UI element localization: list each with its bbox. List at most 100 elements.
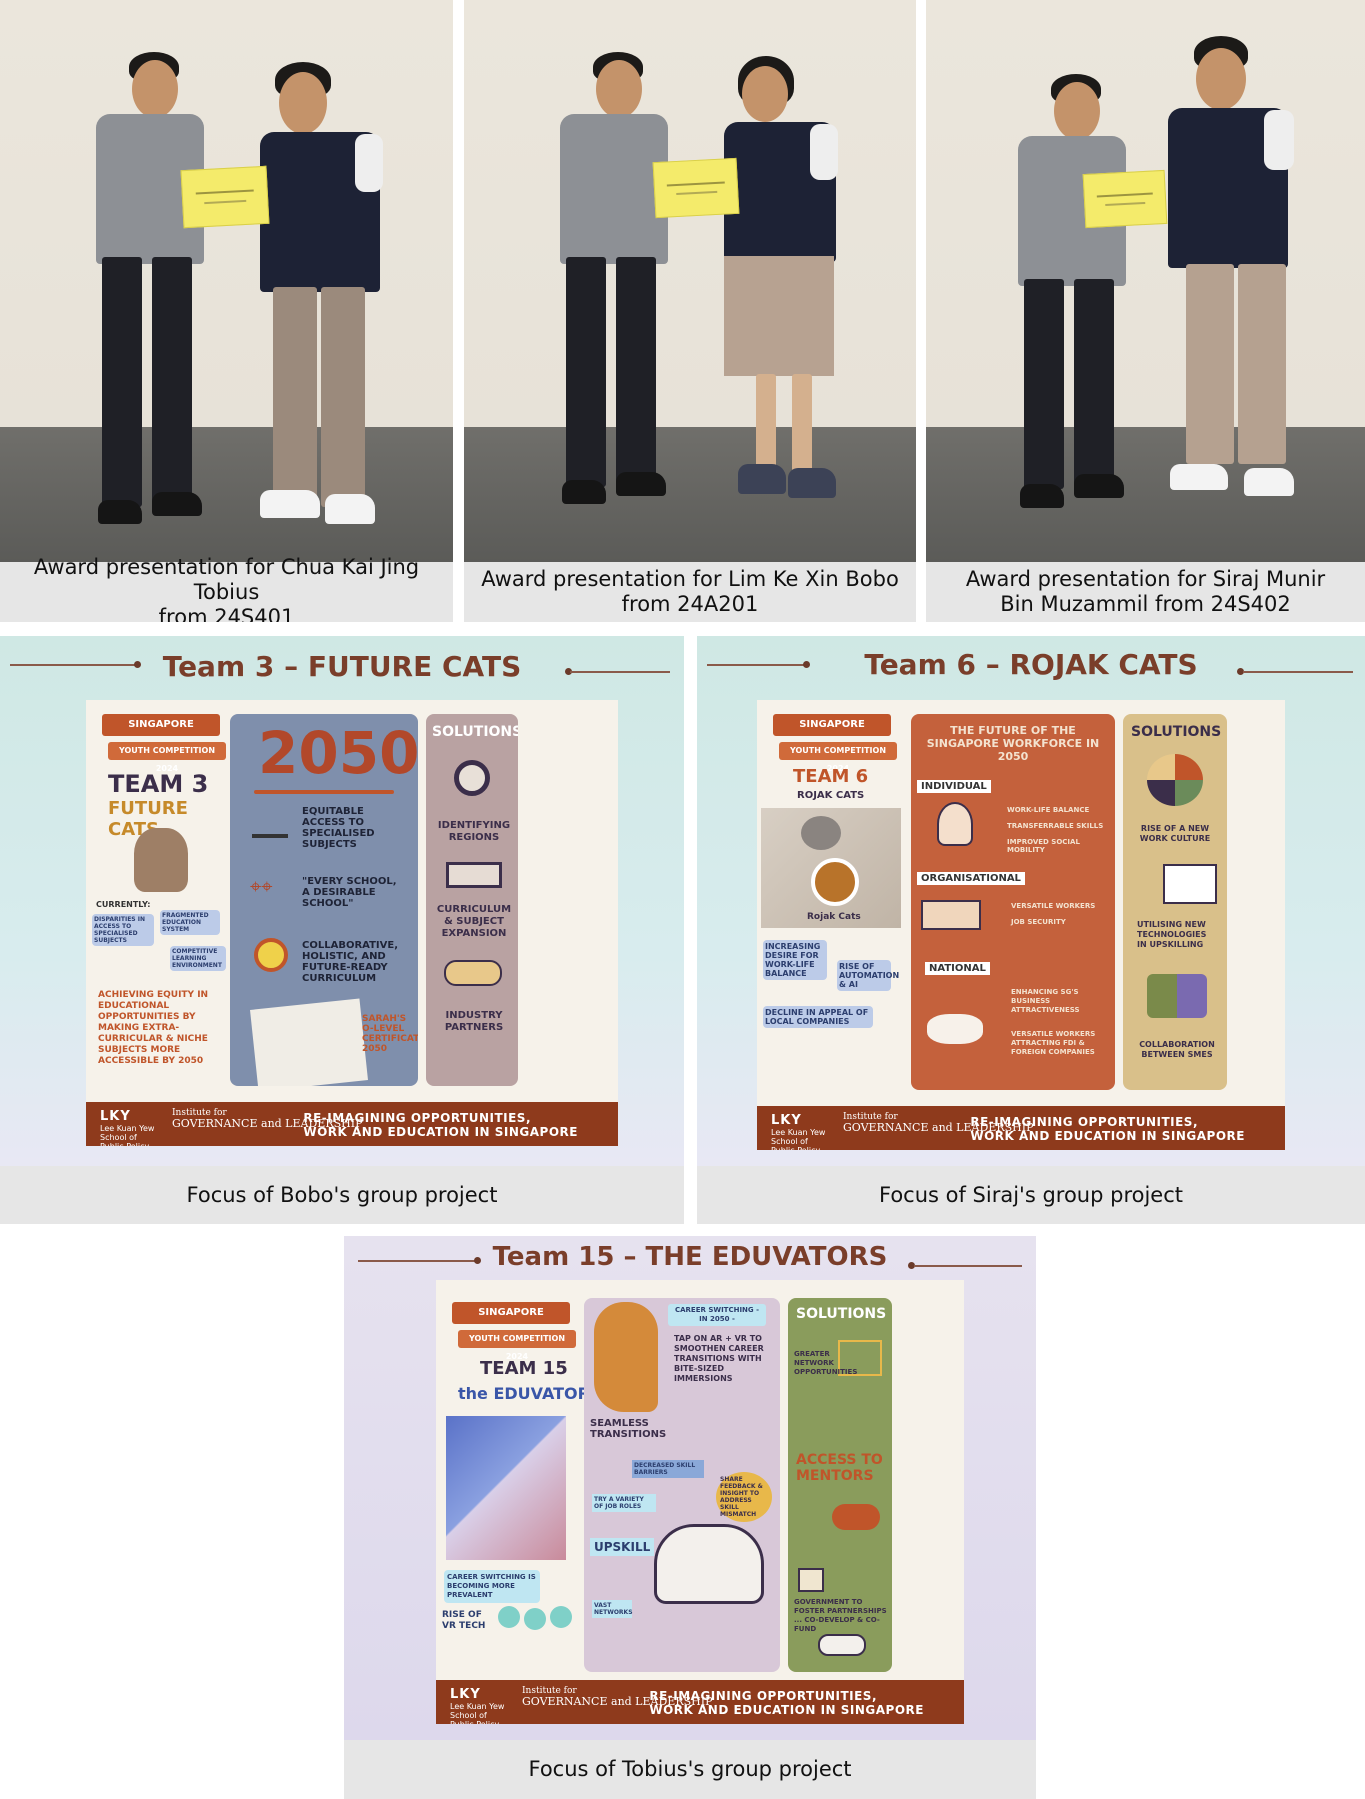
banner-title: SINGAPORE FUTURES [773, 714, 891, 752]
vr-tech-bubbles [498, 1606, 580, 1646]
photo-caption: Award presentation for Chua Kai Jing Tob… [0, 555, 453, 623]
lky-logo: LKYLee Kuan Yew School of Public Policy [771, 1113, 827, 1150]
photo-image [926, 0, 1365, 562]
caption-line-1: Award presentation for Lim Ke Xin Bobo [481, 567, 899, 591]
middle-tag: CAREER SWITCHING - IN 2050 - [668, 1304, 766, 1326]
person-icon [937, 802, 973, 846]
left-note-1: CAREER SWITCHING IS BECOMING MORE PREVAL… [444, 1570, 540, 1603]
caption-line-2: Bin Muzammil from 24S402 [1000, 592, 1291, 616]
solutions-column: SOLUTIONS GREATER NETWORK OPPORTUNITIES … [788, 1298, 892, 1672]
award-photo-1: Award presentation for Chua Kai Jing Tob… [0, 0, 453, 622]
solutions-column: SOLUTIONS RISE of a NEW WORK CULTURE UTI… [1123, 714, 1227, 1090]
middle-item-1: EQUITABLE ACCESS TO SPECIALISED SUBJECTS [302, 806, 375, 850]
lky-name: Lee Kuan Yew School of Public Policy [450, 1702, 505, 1724]
lky-logo: LKYLee Kuan Yew School of Public Policy [100, 1109, 156, 1146]
location-pins-icon: ⌖⌖ [250, 874, 273, 898]
slide-caption: Focus of Bobo's group project [0, 1166, 684, 1224]
handshake-icon [444, 960, 502, 986]
award-photo-2: Award presentation for Lim Ke Xin Bobo f… [464, 0, 916, 622]
footer-slogan: RE-IMAGINING OPPORTUNITIES, WORK AND EDUC… [303, 1111, 578, 1139]
lky-name: Lee Kuan Yew School of Public Policy [771, 1128, 826, 1150]
lky-mark: LKY [771, 1113, 802, 1128]
infographic-board: SINGAPORE FUTURES YOUTH COMPETITION 2024… [436, 1280, 964, 1724]
banner-subtitle: YOUTH COMPETITION 2024 [108, 742, 226, 773]
solution-1: IDENTIFYING REGIONS [437, 820, 511, 843]
section-label-national: NATIONAL [925, 962, 990, 975]
certificate-sheet [250, 998, 368, 1086]
team-name: the EDUVATORS [458, 1384, 602, 1403]
solution-3: INDUSTRY PARTNERS [444, 1010, 504, 1033]
individual-item-3: IMPROVED SOCIAL MOBILITY [1007, 838, 1080, 854]
lky-mark: LKY [100, 1109, 131, 1124]
team-number: TEAM 6 [793, 766, 869, 787]
slide-screen: Team 3 – FUTURE CATS SINGAPORE FUTURES Y… [0, 636, 684, 1166]
left-note-1: DISPARITIES IN ACCESS TO SPECIALISED SUB… [92, 914, 154, 946]
slogan-line-1: RE-IMAGINING OPPORTUNITIES, [649, 1689, 878, 1703]
certificate-label: SARAH'S O-LEVEL CERTIFICATE 2050 [362, 1014, 418, 1054]
lky-logo: LKYLee Kuan Yew School of Public Policy [450, 1687, 506, 1724]
slide-title: Team 3 – FUTURE CATS [162, 650, 522, 683]
photo-caption: Award presentation for Lim Ke Xin Bobo f… [464, 562, 916, 622]
banner-subtitle: YOUTH COMPETITION 2024 [779, 742, 897, 773]
map-icon [446, 862, 502, 888]
left-note-3: DECLINE IN APPEAL of LOCAL COMPANIES [763, 1006, 873, 1028]
solution-2: ACCESS to MENTORS [796, 1452, 883, 1484]
certificate [1082, 169, 1168, 229]
solution-2: UTILISING NEW TECHNOLOGIES in UPSKILLING [1137, 920, 1207, 949]
seamless-label: SEAMLESS TRANSITIONS [590, 1418, 667, 1440]
infographic-board: SINGAPORE FUTURES YOUTH COMPETITION 2024… [86, 700, 618, 1146]
middle-item-3: COLLABORATIVE, HOLISTIC, AND FUTURE-READ… [302, 940, 399, 984]
photo-image [0, 0, 453, 562]
middle-column: THE FUTURE OF THE SINGAPORE WORKFORCE IN… [911, 714, 1115, 1090]
handshake-icon [818, 1634, 866, 1656]
middle-column: 2050 EQUITABLE ACCESS TO SPECIALISED SUB… [230, 714, 418, 1086]
teacher-figure [84, 52, 214, 542]
teacher-figure [1006, 74, 1136, 524]
team-number: TEAM 15 [480, 1358, 568, 1379]
team-number: TEAM 3 [108, 770, 209, 798]
banner-title: SINGAPORE FUTURES [102, 714, 220, 752]
certificate [652, 157, 740, 219]
organisational-item-2: JOB SECURITY [1011, 918, 1066, 926]
footer-slogan: RE-IMAGINING OPPORTUNITIES, WORK AND EDUC… [970, 1115, 1245, 1143]
singapore-map-icon [927, 1014, 983, 1044]
left-note-2: RISE of VR TECH [442, 1610, 486, 1631]
national-item-1: ENHANCING SG's BUSINESS ATTRACTIVENESS [1011, 988, 1080, 1014]
individual-item-2: TRANSFERRABLE SKILLS [1007, 822, 1104, 830]
team-name: ROJAK CATS [797, 790, 865, 801]
slide-title: Team 6 – ROJAK CATS [864, 648, 1198, 681]
left-note-2: FRAGMENTED EDUCATION SYSTEM [160, 910, 220, 935]
left-note-2: RISE of AUTOMATION & AI [837, 960, 900, 991]
certificate [180, 165, 270, 229]
banner-subtitle: YOUTH COMPETITION 2024 [458, 1330, 576, 1361]
slide-screen: Team 6 – ROJAK CATS SINGAPORE FUTURES YO… [697, 636, 1365, 1166]
photo-caption: Award presentation for Siraj Munir Bin M… [926, 562, 1365, 622]
building-icon [921, 900, 981, 930]
magnifier-icon [454, 760, 490, 796]
student-figure [714, 56, 844, 516]
middle-item-2: TRY A VARIETY of JOB ROLES [592, 1494, 656, 1512]
solutions-title: SOLUTIONS [796, 1306, 887, 1322]
slogan-line-1: RE-IMAGINING OPPORTUNITIES, [303, 1111, 532, 1125]
award-photo-3: Award presentation for Siraj Munir Bin M… [926, 0, 1365, 622]
slide-title: Team 15 – THE EDUVATORS [492, 1242, 888, 1272]
slide-panel-eduvators: Team 15 – THE EDUVATORS SINGAPORE FUTURE… [344, 1236, 1036, 1799]
national-item-2: VERSATILE WORKERS ATTRACTING FDI & FOREI… [1011, 1030, 1096, 1056]
middle-column: CAREER SWITCHING - IN 2050 - TAP ON AR +… [584, 1298, 780, 1672]
left-goal: ACHIEVING EQUITY in EDUCATIONAL OPPORTUN… [98, 990, 209, 1066]
vr-headset-illustration [654, 1524, 764, 1604]
slogan-line-2: WORK AND EDUCATION IN SINGAPORE [970, 1129, 1245, 1143]
middle-item-3: SHARE FEEDBACK & INSIGHT to ADDRESS SKIL… [716, 1472, 772, 1522]
section-label-individual: INDIVIDUAL [917, 780, 991, 793]
middle-item-2: "EVERY SCHOOL, A DESIRABLE SCHOOL" [302, 876, 397, 909]
caption-line-2: from 24S401 [158, 604, 295, 623]
slide-screen: Team 15 – THE EDUVATORS SINGAPORE FUTURE… [344, 1236, 1036, 1740]
middle-item-1: DECREASED SKILL BARRIERS [632, 1460, 704, 1478]
slide-caption: Focus of Siraj's group project [697, 1166, 1365, 1224]
solution-2: CURRICULUM & SUBJECT EXPANSION [436, 904, 512, 939]
slide-panel-future-cats: Team 3 – FUTURE CATS SINGAPORE FUTURES Y… [0, 636, 684, 1224]
cat-illustration [134, 828, 188, 892]
footer-slogan: RE-IMAGINING OPPORTUNITIES, WORK AND EDUC… [649, 1689, 924, 1717]
team-photo: Rojak Cats [761, 808, 901, 928]
photo-image [464, 0, 916, 562]
